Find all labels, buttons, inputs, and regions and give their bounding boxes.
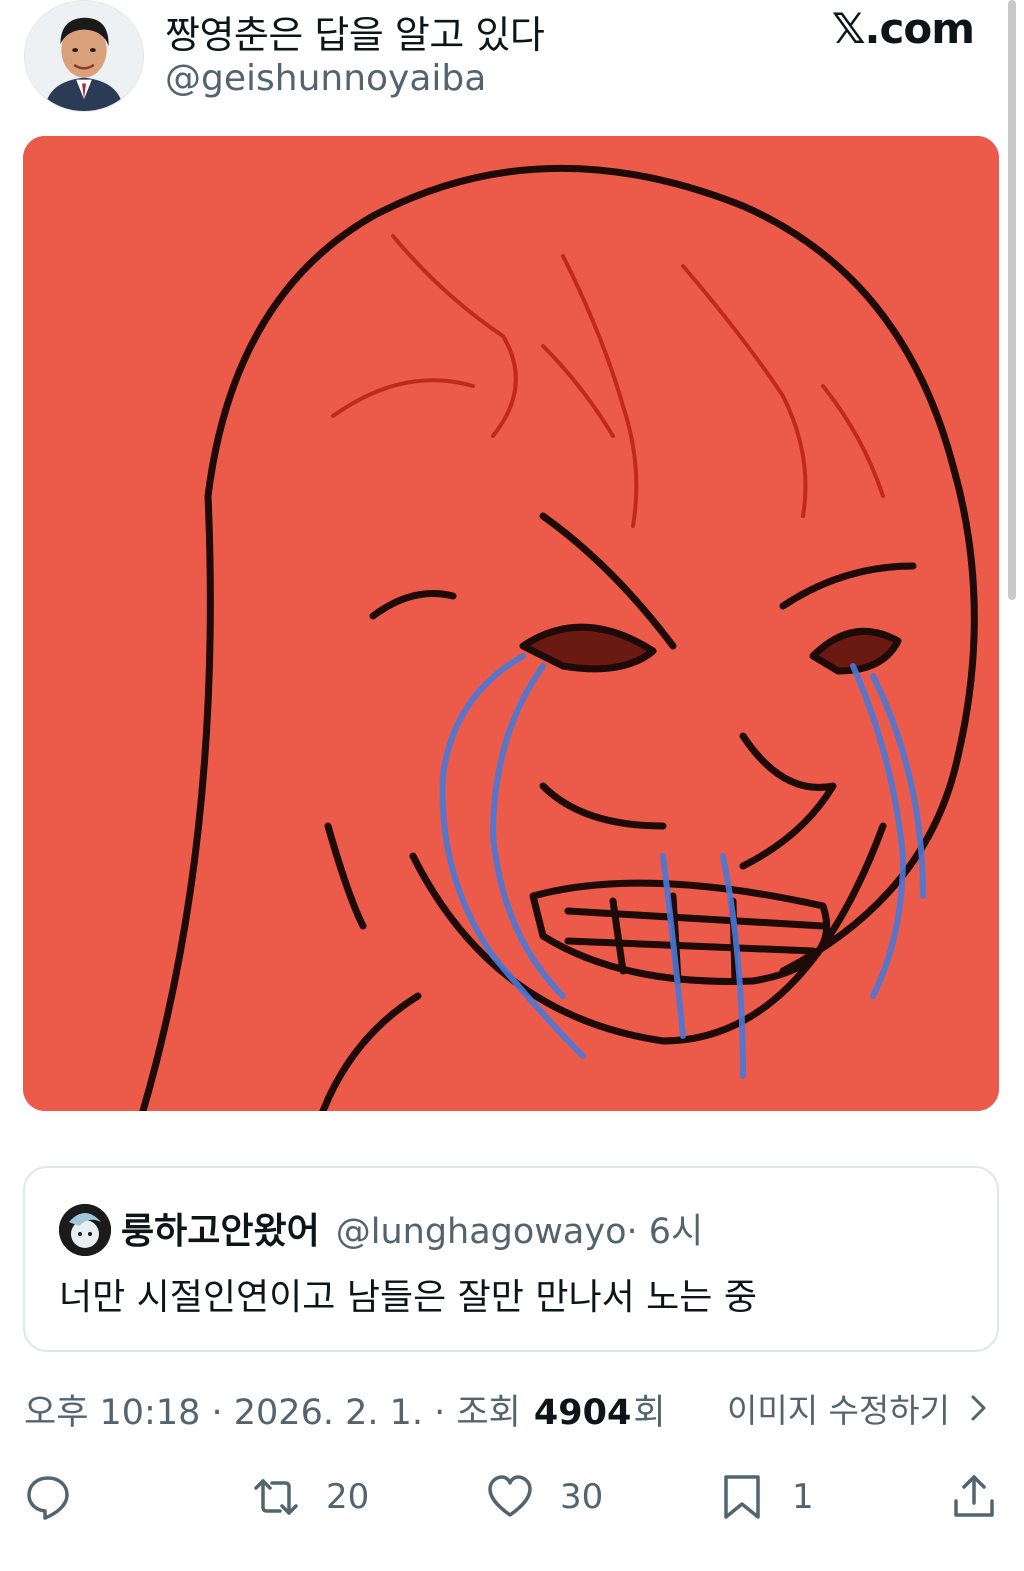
share-icon bbox=[954, 1475, 994, 1517]
quoted-post-header: 룽하고안왔어 @lunghagowayo · 6시 bbox=[121, 1202, 703, 1254]
like-count: 30 bbox=[560, 1477, 604, 1517]
post-meta: 오후 10:18 · 2026. 2. 1. · 조회 4904 회 bbox=[24, 1384, 666, 1435]
like-button[interactable]: 30 bbox=[486, 1462, 603, 1532]
post-header: 짱영춘은 답을 알고 있다 @geishunnoyaiba 𝕏.com bbox=[0, 0, 1024, 125]
chevron-right-icon bbox=[971, 1395, 986, 1421]
quoted-post[interactable]: 룽하고안왔어 @lunghagowayo · 6시 너만 시절인연이고 남들은 … bbox=[23, 1166, 999, 1352]
repost-count: 20 bbox=[326, 1477, 370, 1517]
action-bar: 20 30 1 bbox=[0, 1462, 1024, 1532]
view-count-suffix: 회 bbox=[633, 1393, 666, 1433]
quoted-post-time: · 6시 bbox=[626, 1212, 704, 1252]
quoted-author-avatar[interactable] bbox=[59, 1204, 111, 1256]
bookmark-icon bbox=[724, 1475, 760, 1519]
reply-button[interactable] bbox=[24, 1462, 98, 1532]
scrollbar[interactable] bbox=[1008, 0, 1016, 600]
quoted-author-name[interactable]: 룽하고안왔어 bbox=[121, 1202, 320, 1254]
edit-image-label: 이미지 수정하기 bbox=[726, 1391, 950, 1430]
author-avatar[interactable] bbox=[24, 0, 144, 112]
profile-photo-icon bbox=[25, 1, 143, 111]
author-handle[interactable]: @geishunnoyaiba bbox=[165, 58, 486, 99]
x-com-logo: 𝕏.com bbox=[831, 4, 975, 53]
view-count: 4904 bbox=[533, 1393, 632, 1433]
quoted-author-handle[interactable]: @lunghagowayo bbox=[336, 1212, 627, 1252]
quoted-post-text: 너만 시절인연이고 남들은 잘만 만나서 노는 중 bbox=[59, 1277, 757, 1318]
crying-wojak-meme-image bbox=[23, 136, 999, 1111]
post-timestamp[interactable]: 오후 10:18 · 2026. 2. 1. · 조회 bbox=[24, 1384, 532, 1435]
post-image[interactable] bbox=[23, 136, 999, 1111]
repost-button[interactable]: 20 bbox=[252, 1462, 369, 1532]
heart-icon bbox=[488, 1475, 532, 1517]
author-display-name[interactable]: 짱영춘은 답을 알고 있다 bbox=[165, 4, 545, 59]
reply-icon bbox=[27, 1476, 69, 1520]
bookmark-button[interactable]: 1 bbox=[718, 1462, 814, 1532]
share-button[interactable] bbox=[950, 1462, 998, 1532]
edit-image-link[interactable]: 이미지 수정하기 bbox=[727, 1384, 990, 1432]
bookmark-count: 1 bbox=[792, 1477, 814, 1517]
repost-icon bbox=[254, 1479, 298, 1515]
anime-avatar-icon bbox=[59, 1204, 111, 1256]
